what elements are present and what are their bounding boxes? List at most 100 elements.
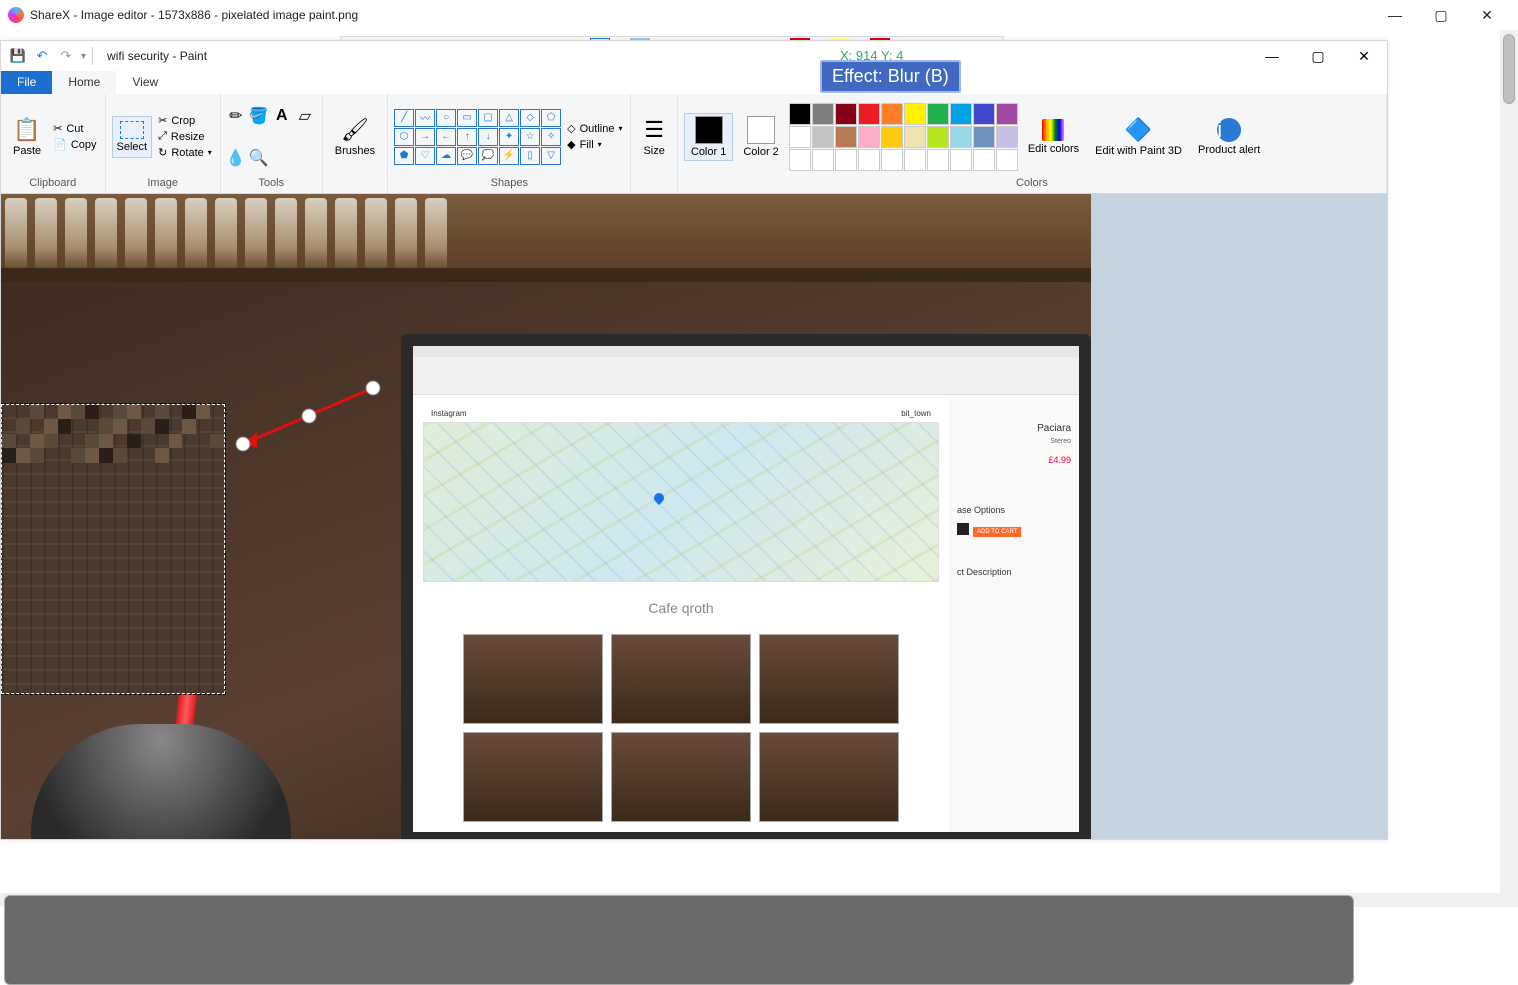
color-2-button[interactable]: Color 2 bbox=[737, 114, 784, 160]
qa-dropdown-icon[interactable]: ▾ bbox=[81, 51, 86, 62]
pencil-tool[interactable]: ✏ bbox=[227, 107, 245, 125]
cafe-title: Cafe qroth bbox=[423, 600, 939, 616]
scissors-icon: ✂ bbox=[53, 122, 62, 135]
edit-colors-button[interactable]: Edit colors bbox=[1022, 117, 1085, 157]
color-swatch[interactable] bbox=[789, 103, 811, 125]
resize-label: Resize bbox=[171, 131, 205, 143]
copy-icon: 📄 bbox=[53, 138, 67, 151]
picker-tool[interactable]: 💧 bbox=[227, 149, 245, 167]
group-image-label: Image bbox=[112, 177, 214, 191]
fill-tool[interactable]: 🪣 bbox=[250, 107, 268, 125]
color-swatch[interactable] bbox=[835, 126, 857, 148]
color-swatch[interactable] bbox=[996, 149, 1018, 171]
color-swatch[interactable] bbox=[927, 103, 949, 125]
vertical-scrollbar[interactable] bbox=[1500, 30, 1518, 907]
text-tool[interactable]: A bbox=[273, 107, 291, 125]
color-swatch[interactable] bbox=[858, 103, 880, 125]
resize-button[interactable]: ⤢ Resize bbox=[156, 129, 214, 144]
color-swatch[interactable] bbox=[858, 126, 880, 148]
sharex-minimize-button[interactable]: — bbox=[1372, 0, 1418, 30]
group-image: Select ✂Crop ⤢ Resize ↻Rotate ▾ Image bbox=[106, 94, 221, 193]
color-swatch[interactable] bbox=[927, 126, 949, 148]
color-swatch[interactable] bbox=[904, 103, 926, 125]
sharex-maximize-button[interactable]: ▢ bbox=[1418, 0, 1464, 30]
desc-heading: ct Description bbox=[957, 567, 1071, 577]
sharex-logo-icon bbox=[8, 7, 24, 23]
color-swatch[interactable] bbox=[927, 149, 949, 171]
color-palette[interactable] bbox=[789, 103, 1018, 171]
product-alert-button[interactable]: iProduct alert bbox=[1192, 116, 1266, 158]
ribbon: 📋 Paste ✂Cut 📄Copy Clipboard Select ✂Cro… bbox=[1, 94, 1387, 194]
select-rect-icon bbox=[120, 121, 144, 139]
copy-button[interactable]: 📄Copy bbox=[51, 137, 98, 152]
product-alert-label: Product alert bbox=[1198, 144, 1260, 156]
undo-icon[interactable]: ↶ bbox=[33, 47, 51, 65]
save-icon[interactable]: 💾 bbox=[9, 47, 27, 65]
shape-fill-button[interactable]: ◆Fill ▾ bbox=[565, 137, 624, 152]
color-swatch[interactable] bbox=[812, 126, 834, 148]
shape-outline-button[interactable]: ◇Outline ▾ bbox=[565, 121, 624, 136]
color-swatch[interactable] bbox=[973, 149, 995, 171]
color-swatch[interactable] bbox=[904, 149, 926, 171]
product-price: £4.99 bbox=[957, 455, 1071, 465]
edit-colors-label: Edit colors bbox=[1028, 143, 1079, 155]
tab-view[interactable]: View bbox=[116, 71, 174, 94]
color-swatch[interactable] bbox=[858, 149, 880, 171]
sharex-close-button[interactable]: ✕ bbox=[1464, 0, 1510, 30]
color-swatch[interactable] bbox=[881, 149, 903, 171]
product-cat: Stereo bbox=[957, 438, 1071, 445]
add-to-cart-button[interactable]: ADD TO CART bbox=[973, 527, 1021, 537]
paint-canvas-area[interactable]: Instagram bit_town Cafe qroth Paciar bbox=[1, 194, 1387, 839]
paint-close-button[interactable]: ✕ bbox=[1341, 41, 1387, 71]
color-swatch[interactable] bbox=[950, 126, 972, 148]
crop-label: Crop bbox=[171, 115, 195, 127]
resize-icon: ⤢ bbox=[158, 130, 167, 143]
paste-button[interactable]: 📋 Paste bbox=[7, 115, 47, 159]
red-arrow-drawing[interactable] bbox=[225, 374, 395, 464]
paint-minimize-button[interactable]: — bbox=[1249, 41, 1295, 71]
magnifier-tool[interactable]: 🔍 bbox=[250, 149, 268, 167]
ribbon-tabs: File Home View bbox=[1, 71, 1387, 94]
cut-button[interactable]: ✂Cut bbox=[51, 121, 98, 136]
group-size: ☰Size bbox=[631, 94, 677, 193]
redo-icon[interactable]: ↷ bbox=[57, 47, 75, 65]
color-swatch[interactable] bbox=[881, 103, 903, 125]
color-swatch[interactable] bbox=[835, 149, 857, 171]
rotate-label: Rotate bbox=[171, 147, 203, 159]
color-1-button[interactable]: Color 1 bbox=[684, 113, 733, 161]
crop-button[interactable]: ✂Crop bbox=[156, 113, 214, 128]
shelf-top bbox=[1, 194, 1091, 272]
color-swatch[interactable] bbox=[996, 126, 1018, 148]
color-swatch[interactable] bbox=[973, 103, 995, 125]
select-button[interactable]: Select bbox=[112, 116, 153, 158]
color-swatch[interactable] bbox=[812, 103, 834, 125]
color-swatch[interactable] bbox=[996, 103, 1018, 125]
paint-3d-button[interactable]: 🔷Edit with Paint 3D bbox=[1089, 115, 1188, 159]
group-clipboard-label: Clipboard bbox=[7, 177, 99, 191]
pixelated-selection[interactable] bbox=[1, 404, 225, 694]
color-swatch[interactable] bbox=[904, 126, 926, 148]
fill-label: Fill bbox=[580, 139, 594, 151]
horizontal-scrollbar[interactable] bbox=[0, 893, 1500, 907]
group-brushes: 🖌Brushes bbox=[323, 94, 388, 193]
fill-icon: ◆ bbox=[567, 138, 575, 151]
tab-home[interactable]: Home bbox=[52, 71, 116, 94]
tab-file[interactable]: File bbox=[1, 71, 52, 94]
color-swatch[interactable] bbox=[950, 103, 972, 125]
color-swatch[interactable] bbox=[835, 103, 857, 125]
rotate-button[interactable]: ↻Rotate ▾ bbox=[156, 145, 214, 160]
eraser-tool[interactable]: ▱ bbox=[296, 107, 314, 125]
color-swatch[interactable] bbox=[881, 126, 903, 148]
color-swatch[interactable] bbox=[789, 126, 811, 148]
color-swatch[interactable] bbox=[950, 149, 972, 171]
brushes-button[interactable]: 🖌Brushes bbox=[329, 115, 381, 159]
select-label: Select bbox=[117, 141, 148, 153]
sharex-titlebar: ShareX - Image editor - 1573x886 - pixel… bbox=[0, 0, 1518, 30]
size-label: Size bbox=[643, 145, 664, 157]
paint-maximize-button[interactable]: ▢ bbox=[1295, 41, 1341, 71]
color-swatch[interactable] bbox=[973, 126, 995, 148]
color-swatch[interactable] bbox=[789, 149, 811, 171]
color-swatch[interactable] bbox=[812, 149, 834, 171]
size-button[interactable]: ☰Size bbox=[637, 115, 670, 159]
shapes-gallery[interactable]: ╱〰○▭▢△◇⬠ ⬡→←↑↓✦☆✧ ⬟♡☁💬💭⚡▯▽ bbox=[394, 109, 561, 165]
